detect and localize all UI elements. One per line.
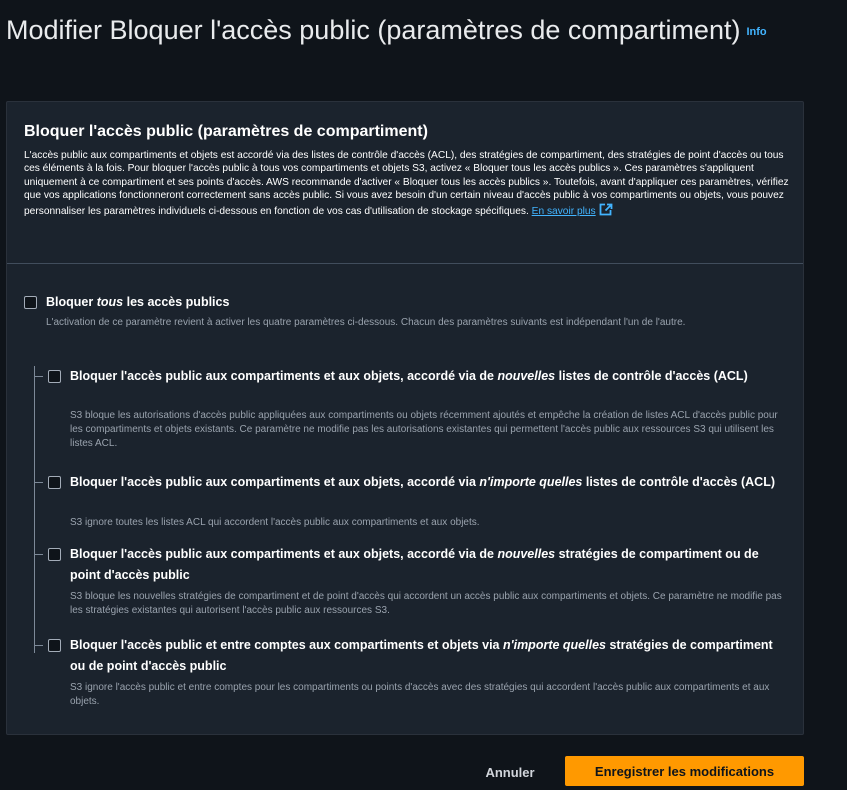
option-any-policy-title: Bloquer l'accès public et entre comptes …: [70, 635, 782, 677]
option-any-policy-checkbox[interactable]: [48, 639, 61, 652]
learn-more-label: En savoir plus: [531, 205, 596, 217]
page-title-text: Modifier Bloquer l'accès public (paramèt…: [6, 15, 741, 45]
block-all-description: L'activation de ce paramètre revient à a…: [46, 317, 686, 328]
option-new-acl-title-suffix: listes de contrôle d'accès (ACL): [558, 369, 748, 383]
option-new-acl-description: S3 bloque les autorisations d'accès publ…: [70, 410, 778, 449]
tree-branch-4: [34, 645, 43, 646]
panel-header: Bloquer l'accès public (paramètres de co…: [7, 102, 803, 264]
tree-connector-line: [34, 366, 35, 653]
panel-description: L'accès public aux compartiments et obje…: [24, 149, 794, 220]
info-link[interactable]: Info: [746, 26, 766, 38]
option-any-policy-title-prefix: Bloquer l'accès public et entre comptes …: [70, 638, 500, 652]
option-new-policy-title-prefix: Bloquer l'accès public aux compartiments…: [70, 547, 494, 561]
option-new-policy-checkbox[interactable]: [48, 548, 61, 561]
cancel-button[interactable]: Annuler: [470, 757, 550, 787]
option-any-acl-description: S3 ignore toutes les listes ACL qui acco…: [70, 517, 480, 528]
block-all-title-suffix: les accès publics: [126, 295, 230, 309]
option-new-policy-title-emphasis: nouvelles: [497, 547, 556, 561]
tree-branch-3: [34, 554, 43, 555]
tree-branch-1: [34, 376, 43, 377]
option-new-acl-title-prefix: Bloquer l'accès public aux compartiments…: [70, 369, 494, 383]
option-new-acl-checkbox[interactable]: [48, 370, 61, 383]
block-all-title-prefix: Bloquer: [46, 295, 94, 309]
option-any-acl-checkbox[interactable]: [48, 476, 61, 489]
external-link-icon: [599, 203, 613, 220]
option-any-acl-title-prefix: Bloquer l'accès public aux compartiments…: [70, 475, 476, 489]
panel-title: Bloquer l'accès public (paramètres de co…: [24, 123, 428, 140]
option-any-acl-title-suffix: listes de contrôle d'accès (ACL): [585, 475, 775, 489]
page-title: Modifier Bloquer l'accès public (paramèt…: [6, 8, 826, 54]
option-new-acl-title: Bloquer l'accès public aux compartiments…: [70, 366, 782, 387]
option-any-acl-title-emphasis: n'importe quelles: [479, 475, 583, 489]
option-new-policy-description: S3 bloque les nouvelles stratégies de co…: [70, 591, 782, 616]
option-new-acl-title-emphasis: nouvelles: [497, 369, 556, 383]
save-changes-button[interactable]: Enregistrer les modifications: [565, 756, 804, 786]
learn-more-link[interactable]: En savoir plus: [531, 203, 613, 220]
panel-description-text: L'accès public aux compartiments et obje…: [24, 150, 789, 217]
option-any-acl-title: Bloquer l'accès public aux compartiments…: [70, 472, 782, 493]
block-all-title-emphasis: tous: [96, 295, 124, 309]
option-any-policy-description: S3 ignore l'accès public et entre compte…: [70, 682, 770, 707]
tree-branch-2: [34, 482, 43, 483]
option-any-policy-title-emphasis: n'importe quelles: [502, 638, 606, 652]
block-all-title: Bloquer tous les accès publics: [46, 292, 786, 313]
option-new-policy-title: Bloquer l'accès public aux compartiments…: [70, 544, 782, 586]
block-all-checkbox[interactable]: [24, 296, 37, 309]
